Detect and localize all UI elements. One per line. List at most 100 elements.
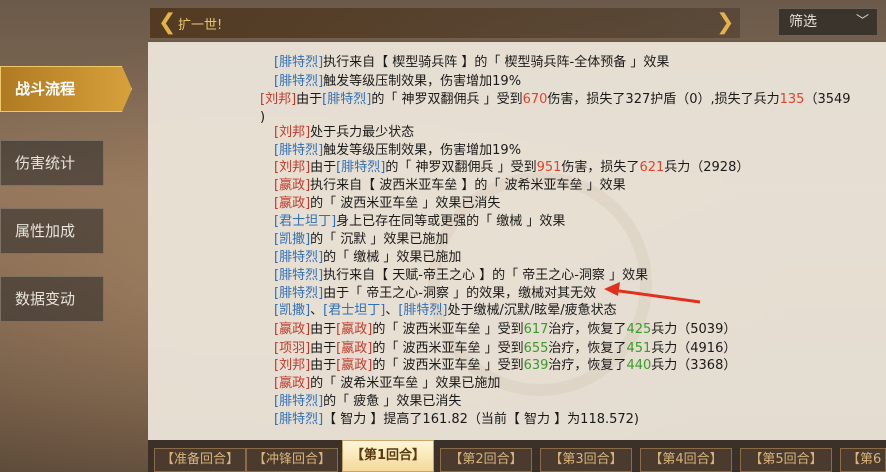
log-text: 治疗，恢复了	[548, 341, 627, 356]
log-text: 触发等级压制效果，伤害增加19%	[323, 74, 522, 89]
general-name: [项羽]	[274, 341, 311, 356]
log-text: 执行来自【 楔型骑兵阵 】的「 楔型骑兵阵-全体预备 」效果	[323, 55, 670, 70]
log-line: [腓特烈]的「 缴械 」效果已施加	[274, 249, 461, 267]
header-title: 扩一世!	[178, 18, 223, 33]
log-text: 由于	[310, 358, 337, 373]
tab-round-2[interactable]: 【第2回合】	[440, 448, 532, 472]
log-line: [腓特烈]触发等级压制效果，伤害增加19%	[274, 142, 521, 160]
log-number: 440	[626, 358, 652, 373]
sidebar-item-label: 属性加成	[15, 222, 76, 240]
log-text: 的「 波西米亚车垒 」受到	[372, 341, 524, 356]
log-text: 执行来自【 天赋-帝王之心 】的「 帝王之心-洞察 」效果	[323, 268, 649, 283]
tab-label: 【第1回合】	[350, 448, 426, 463]
general-name: [君士坦丁]	[274, 214, 337, 229]
general-name: [刘邦]	[274, 358, 311, 373]
tab-charge-round[interactable]: 【冲锋回合】	[246, 448, 338, 472]
general-name: [腓特烈]	[336, 160, 386, 175]
sidebar-item-damage-stats[interactable]: 伤害统计	[0, 140, 104, 186]
log-text: 由于	[310, 341, 337, 356]
general-name: [腓特烈]	[274, 143, 324, 158]
log-line: [刘邦]由于[腓特烈]的「 神罗双翻佣兵 」受到670伤害，损失了327护盾（0…	[260, 91, 851, 109]
log-line: [凯撒]、[君士坦丁]、[腓特烈]处于缴械/沉默/眩晕/疲惫状态	[274, 302, 617, 320]
general-name: [刘邦]	[274, 125, 311, 140]
general-name: [刘邦]	[260, 92, 297, 107]
log-text: 的「 波西米亚车垒 」效果已消失	[310, 196, 501, 211]
log-line: [腓特烈]【 智力 】提高了161.82（当前【 智力 】为118.572)	[274, 411, 639, 429]
general-name: [凯撒]	[274, 232, 311, 247]
general-name: [凯撒]	[274, 303, 311, 318]
log-line: [凯撒]的「 沉默 」效果已施加	[274, 231, 448, 249]
log-text: 的「 波西米亚车垒 」受到	[372, 358, 524, 373]
general-name: [腓特烈]	[322, 92, 372, 107]
tab-label: 【第6回合】	[847, 452, 882, 467]
general-name: [腓特烈]	[274, 74, 324, 89]
general-name: [嬴政]	[336, 341, 373, 356]
sidebar-item-data-changes[interactable]: 数据变动	[0, 276, 104, 322]
filter-dropdown[interactable]: 筛选 ﹀	[778, 8, 878, 36]
sidebar-item-label: 伤害统计	[15, 154, 76, 172]
tab-round-6[interactable]: 【第6回合】	[840, 448, 886, 472]
log-number: 451	[626, 341, 652, 356]
log-line: [腓特烈]执行来自【 楔型骑兵阵 】的「 楔型骑兵阵-全体预备 」效果	[274, 54, 669, 72]
log-text: 身上已存在同等或更强的「 缴械 」效果	[336, 214, 566, 229]
log-line: [腓特烈]的「 疲惫 」效果已消失	[274, 393, 461, 411]
tab-round-1[interactable]: 【第1回合】	[342, 440, 434, 472]
general-name: [嬴政]	[336, 358, 373, 373]
log-text: 的「 沉默 」效果已施加	[310, 232, 449, 247]
tab-label: 【第4回合】	[649, 452, 723, 467]
log-text: )	[260, 110, 266, 125]
chevron-down-icon: ﹀	[855, 14, 869, 29]
tab-label: 【冲锋回合】	[252, 452, 331, 467]
log-text: 执行来自【 波西米亚车垒 】的「 波希米亚车垒 」效果	[310, 178, 626, 193]
next-arrow-icon[interactable]: ❯	[716, 12, 734, 34]
log-line: [刘邦]由于[腓特烈]的「 神罗双翻佣兵 」受到951伤害，损失了621兵力（2…	[274, 159, 749, 177]
log-line: [项羽]由于[嬴政]的「 波西米亚车垒 」受到655治疗，恢复了451兵力（49…	[274, 340, 736, 358]
log-number: 135	[779, 92, 805, 107]
general-name: [嬴政]	[274, 376, 311, 391]
log-line: [嬴政]的「 波希米亚车垒 」效果已施加	[274, 375, 500, 393]
log-text: 由于	[310, 160, 337, 175]
battle-log-panel[interactable]: [腓特烈]执行来自【 楔型骑兵阵 】的「 楔型骑兵阵-全体预备 」效果 [腓特烈]…	[148, 40, 886, 442]
prev-arrow-icon[interactable]: ❮	[158, 12, 176, 34]
general-name: [刘邦]	[274, 160, 311, 175]
tab-round-3[interactable]: 【第3回合】	[540, 448, 632, 472]
general-name: [腓特烈]	[274, 286, 324, 301]
log-text: 兵力（3368）	[651, 358, 737, 373]
general-name: [嬴政]	[274, 178, 311, 193]
log-text: 兵力（2928）	[664, 160, 750, 175]
log-text: 、	[310, 303, 324, 318]
log-text: 由于	[296, 92, 323, 107]
sidebar-item-battle-flow[interactable]: 战斗流程	[0, 66, 132, 112]
log-line: [腓特烈]由于「 帝王之心-洞察 」的效果，缴械对其无效	[274, 285, 596, 303]
tab-label: 【第3回合】	[549, 452, 623, 467]
sidebar-item-label: 战斗流程	[15, 80, 76, 98]
log-line: [腓特烈]执行来自【 天赋-帝王之心 】的「 帝王之心-洞察 」效果	[274, 267, 648, 285]
log-text: （3549	[804, 92, 851, 107]
log-text: 的「 神罗双翻佣兵 」受到	[385, 160, 537, 175]
log-line: )	[260, 109, 265, 127]
general-name: [嬴政]	[274, 322, 311, 337]
sidebar-item-attribute-bonus[interactable]: 属性加成	[0, 208, 104, 254]
log-text: 治疗，恢复了	[548, 358, 627, 373]
log-text: 的「 波希米亚车垒 」效果已施加	[310, 376, 501, 391]
general-name: [腓特烈]	[274, 394, 324, 409]
log-line: [嬴政]执行来自【 波西米亚车垒 】的「 波希米亚车垒 」效果	[274, 177, 626, 195]
log-text: 触发等级压制效果，伤害增加19%	[323, 143, 522, 158]
log-line: [刘邦]由于[嬴政]的「 波西米亚车垒 」受到639治疗，恢复了440兵力（33…	[274, 357, 736, 375]
battle-log-list[interactable]: [腓特烈]执行来自【 楔型骑兵阵 】的「 楔型骑兵阵-全体预备 」效果 [腓特烈]…	[148, 42, 886, 442]
general-name: [嬴政]	[274, 196, 311, 211]
log-number: 425	[626, 322, 652, 337]
general-name: [腓特烈]	[274, 250, 324, 265]
log-line: [腓特烈]触发等级压制效果，伤害增加19%	[274, 73, 521, 91]
tab-prep-round[interactable]: 【准备回合】	[154, 448, 246, 472]
log-text: 治疗，恢复了	[548, 322, 627, 337]
log-text: 的「 波西米亚车垒 」受到	[372, 322, 524, 337]
log-text: 兵力（5039）	[651, 322, 737, 337]
log-text: 的「 神罗双翻佣兵 」受到	[371, 92, 523, 107]
log-number: 655	[523, 341, 549, 356]
general-name: [君士坦丁]	[323, 303, 386, 318]
log-line: [刘邦]处于兵力最少状态	[274, 124, 414, 142]
tab-round-4[interactable]: 【第4回合】	[640, 448, 732, 472]
log-line: [嬴政]由于[嬴政]的「 波西米亚车垒 」受到617治疗，恢复了425兵力（50…	[274, 321, 736, 339]
tab-round-5[interactable]: 【第5回合】	[740, 448, 832, 472]
